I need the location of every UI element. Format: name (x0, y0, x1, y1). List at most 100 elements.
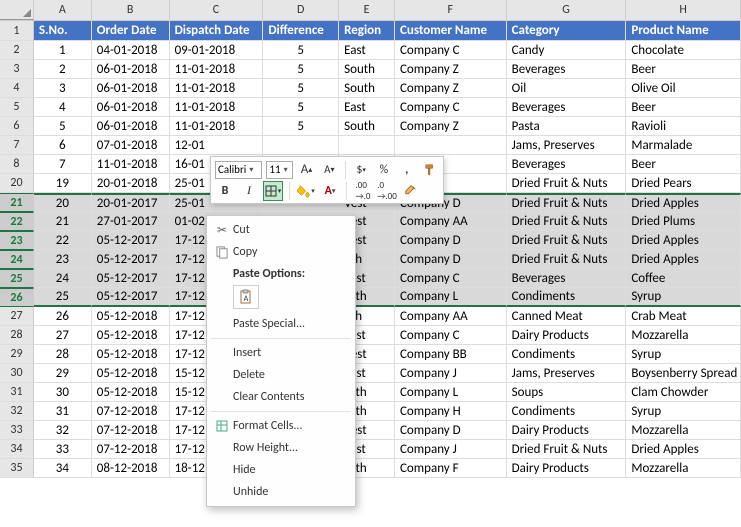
cell[interactable]: 32 (34, 421, 92, 440)
cell[interactable] (263, 136, 339, 155)
cell[interactable]: South (339, 79, 395, 98)
row-height-menu-item[interactable]: Row Height... (207, 437, 355, 459)
cell[interactable]: Candy (507, 41, 627, 60)
cell[interactable]: 5 (263, 41, 339, 60)
cell[interactable]: Dairy Products (507, 459, 627, 478)
decrease-decimal-button[interactable]: .0→.00 (377, 181, 397, 201)
cell[interactable]: 07-12-2018 (92, 421, 170, 440)
header-cell[interactable]: Customer Name (395, 21, 507, 41)
cell[interactable]: Olive Oil (626, 79, 741, 98)
cell[interactable]: 23 (34, 250, 92, 269)
cell[interactable]: 20-01-2017 (92, 193, 170, 212)
cell[interactable]: Canned Meat (507, 307, 627, 326)
cell[interactable]: 11-01-2018 (170, 60, 264, 79)
cell[interactable]: Beverages (507, 269, 627, 288)
cell[interactable]: South (339, 60, 395, 79)
format-painter-brush-icon[interactable] (401, 181, 421, 201)
cell[interactable]: Company AA (395, 307, 507, 326)
cell[interactable] (339, 136, 395, 155)
row-number[interactable]: 33 (0, 421, 34, 440)
cell[interactable]: 04-01-2018 (92, 41, 170, 60)
font-family-select[interactable]: Calibri▾ (215, 161, 262, 179)
cell[interactable]: Mozzarella (626, 421, 741, 440)
cell[interactable]: 5 (34, 117, 92, 136)
row-number[interactable]: 21 (0, 193, 34, 212)
cell[interactable]: Condiments (507, 402, 627, 421)
cell[interactable]: Crab Meat (626, 307, 741, 326)
cell[interactable]: 05-12-2018 (92, 307, 170, 326)
cell[interactable]: Company C (395, 41, 507, 60)
row-number[interactable]: 5 (0, 98, 34, 117)
cell[interactable]: Chocolate (626, 41, 741, 60)
accounting-format-button[interactable]: $▾ (352, 160, 371, 180)
cell[interactable] (395, 136, 507, 155)
cell[interactable]: 27 (34, 326, 92, 345)
cell[interactable]: Boysenberry Spread (626, 364, 741, 383)
col-header-F[interactable]: F (395, 0, 507, 20)
cell[interactable]: Dairy Products (507, 326, 627, 345)
cell[interactable]: 11-01-2018 (170, 79, 264, 98)
shrink-font-button[interactable]: A▾ (320, 160, 339, 180)
cell[interactable]: 07-12-2018 (92, 440, 170, 459)
cell[interactable]: 05-12-2018 (92, 364, 170, 383)
header-cell[interactable]: S.No. (34, 21, 92, 41)
cell[interactable]: Company Z (395, 60, 507, 79)
header-cell[interactable]: Dispatch Date (170, 21, 264, 41)
cell[interactable]: Company L (395, 383, 507, 402)
cell[interactable]: Dried Apples (626, 231, 741, 250)
cell[interactable]: Dried Apples (626, 193, 741, 212)
cell[interactable]: 29 (34, 364, 92, 383)
col-header-E[interactable]: E (339, 0, 395, 20)
row-number[interactable]: 3 (0, 60, 34, 79)
paste-button[interactable]: A (233, 285, 259, 309)
cell[interactable]: Beverages (507, 98, 627, 117)
cell[interactable]: 28 (34, 345, 92, 364)
row-number[interactable]: 7 (0, 136, 34, 155)
cell[interactable]: Soups (507, 383, 627, 402)
cell[interactable]: Syrup (626, 345, 741, 364)
cell[interactable]: Dairy Products (507, 421, 627, 440)
cell[interactable]: Dried Fruit & Nuts (507, 231, 627, 250)
cell[interactable]: Condiments (507, 345, 627, 364)
col-header-D[interactable]: D (263, 0, 339, 20)
row-number[interactable]: 20 (0, 174, 34, 193)
cell[interactable]: 06-01-2018 (92, 117, 170, 136)
bold-button[interactable]: B (215, 181, 235, 201)
cell[interactable]: Company L (395, 288, 507, 307)
cell[interactable]: Beer (626, 155, 741, 174)
copy-menu-item[interactable]: Copy (207, 241, 355, 263)
header-cell[interactable]: Region (339, 21, 395, 41)
cell[interactable]: Mozzarella (626, 459, 741, 478)
cell[interactable]: Company C (395, 326, 507, 345)
cell[interactable]: 11-01-2018 (170, 117, 264, 136)
cell[interactable]: Company D (395, 231, 507, 250)
row-number[interactable]: 1 (0, 21, 34, 41)
cell[interactable]: 5 (263, 98, 339, 117)
row-number[interactable]: 2 (0, 41, 34, 60)
comma-format-button[interactable]: , (397, 160, 416, 180)
row-number[interactable]: 24 (0, 250, 34, 269)
cell[interactable]: 4 (34, 98, 92, 117)
percent-format-button[interactable]: % (375, 160, 394, 180)
cell[interactable]: Company Z (395, 117, 507, 136)
row-number[interactable]: 32 (0, 402, 34, 421)
row-number[interactable]: 25 (0, 269, 34, 288)
cell[interactable]: 27-01-2017 (92, 212, 170, 231)
cell[interactable]: Company Z (395, 79, 507, 98)
cell[interactable]: 22 (34, 231, 92, 250)
fill-color-button[interactable]: ▾ (296, 181, 316, 201)
cell[interactable]: 05-12-2018 (92, 345, 170, 364)
cell[interactable]: Ravioli (626, 117, 741, 136)
header-cell[interactable]: Product Name (626, 21, 741, 41)
font-color-button[interactable]: A▾ (320, 181, 340, 201)
cell[interactable]: 24 (34, 269, 92, 288)
borders-button[interactable]: ▾ (263, 181, 283, 201)
cell[interactable]: 09-01-2018 (170, 41, 264, 60)
cell[interactable]: Company J (395, 364, 507, 383)
cell[interactable]: Mozzarella (626, 326, 741, 345)
row-number[interactable]: 28 (0, 326, 34, 345)
cell[interactable]: Pasta (507, 117, 627, 136)
cell[interactable]: 5 (263, 60, 339, 79)
cell[interactable]: Dried Fruit & Nuts (507, 193, 627, 212)
cell[interactable]: Syrup (626, 402, 741, 421)
